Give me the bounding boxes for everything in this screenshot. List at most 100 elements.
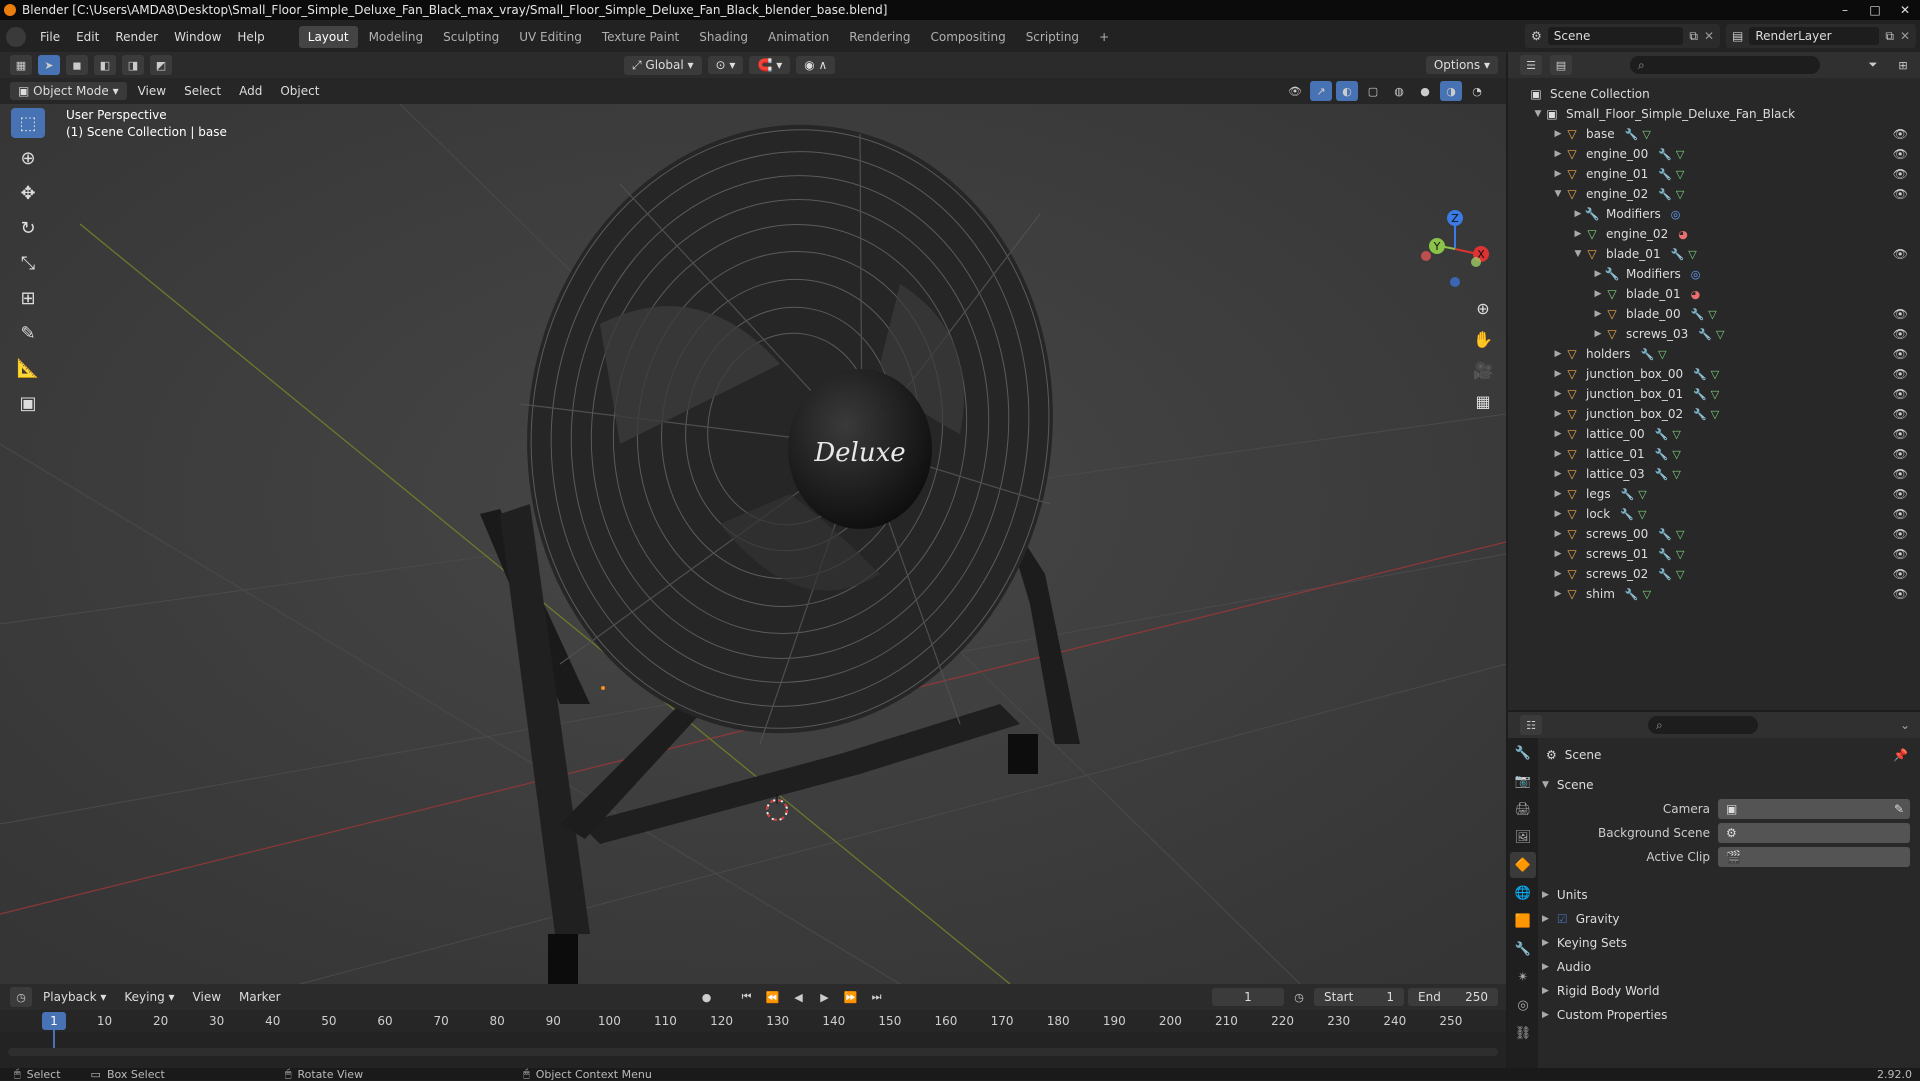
display-mode-icon[interactable]: ▤ bbox=[1550, 55, 1572, 75]
tab-sculpting[interactable]: Sculpting bbox=[434, 26, 508, 48]
gizmo-toggle-icon[interactable]: ↗ bbox=[1310, 81, 1332, 101]
expand-arrow-closed-icon[interactable]: ▶ bbox=[1552, 529, 1564, 539]
expand-arrow-closed-icon[interactable]: ▶ bbox=[1552, 369, 1564, 379]
tab-shading[interactable]: Shading bbox=[690, 26, 757, 48]
wrench-modifier-icon[interactable]: 🔧 bbox=[1691, 308, 1709, 321]
world-tab-icon[interactable]: 🌐 bbox=[1510, 880, 1536, 906]
expand-arrow-closed-icon[interactable]: ▶ bbox=[1592, 309, 1604, 319]
minimize-icon[interactable]: – bbox=[1830, 0, 1860, 20]
expand-arrow-closed-icon[interactable]: ▶ bbox=[1592, 269, 1604, 279]
wrench-modifier-icon[interactable]: 🔧 bbox=[1621, 488, 1639, 501]
outliner-item[interactable]: ▶ ▽ junction_box_01 🔧▽ 👁 bbox=[1508, 384, 1920, 404]
expand-arrow-closed-icon[interactable]: ▶ bbox=[1552, 449, 1564, 459]
visibility-eye-icon[interactable]: 👁 bbox=[1893, 567, 1908, 581]
select-box-tool-icon[interactable]: ⬚ bbox=[11, 108, 45, 138]
play-icon[interactable]: ▶ bbox=[814, 987, 836, 1007]
mesh-data-icon[interactable]: ▽ bbox=[1676, 568, 1688, 581]
visibility-eye-icon[interactable]: 👁 bbox=[1893, 327, 1908, 341]
scene-panel-header[interactable]: ▼ Scene bbox=[1542, 774, 1594, 796]
select-mode-subtract-icon[interactable]: ◨ bbox=[122, 55, 144, 75]
outliner-item[interactable]: ▶ ▽ base 🔧▽ 👁 bbox=[1508, 124, 1920, 144]
perspective-toggle-icon[interactable]: ▦ bbox=[1475, 392, 1490, 411]
select-mode-invert-icon[interactable]: ◩ bbox=[150, 55, 172, 75]
menu-timeline-view[interactable]: View bbox=[186, 988, 228, 1006]
outliner-scene-collection[interactable]: ▣ Scene Collection bbox=[1508, 84, 1920, 104]
end-frame-field[interactable]: End 250 bbox=[1408, 988, 1498, 1006]
wrench-modifier-icon[interactable]: 🔧 bbox=[1658, 548, 1676, 561]
eyedropper-icon[interactable]: ✎ bbox=[1894, 802, 1904, 816]
expand-arrow-closed-icon[interactable]: ▶ bbox=[1552, 489, 1564, 499]
outliner-item[interactable]: ▶ ▽ lock 🔧▽ 👁 bbox=[1508, 504, 1920, 524]
transform-orientation-dropdown[interactable]: ⤢ Global ▾ bbox=[624, 55, 702, 75]
expand-arrow-open-icon[interactable]: ▼ bbox=[1552, 189, 1564, 199]
physics-tab-icon[interactable]: ◎ bbox=[1510, 992, 1536, 1018]
outliner-item[interactable]: ▶ ▽ junction_box_00 🔧▽ 👁 bbox=[1508, 364, 1920, 384]
mesh-data-icon[interactable]: ▽ bbox=[1688, 248, 1700, 261]
new-scene-icon[interactable]: ⧉ bbox=[1689, 29, 1698, 44]
wireframe-shading-icon[interactable]: ◍ bbox=[1388, 81, 1410, 101]
visibility-eye-icon[interactable]: 👁 bbox=[1893, 307, 1908, 321]
properties-editor-type-icon[interactable]: ☷ bbox=[1520, 715, 1542, 735]
rotate-tool-icon[interactable]: ↻ bbox=[11, 213, 45, 243]
delete-scene-icon[interactable]: ✕ bbox=[1704, 29, 1720, 43]
outliner-search-input[interactable]: ⌕ bbox=[1630, 56, 1820, 74]
mesh-data-icon[interactable]: ▽ bbox=[1711, 408, 1723, 421]
mesh-data-icon[interactable]: ▽ bbox=[1676, 548, 1688, 561]
visibility-eye-icon[interactable]: 👁 bbox=[1893, 367, 1908, 381]
playhead-frame-label[interactable]: 1 bbox=[42, 1012, 66, 1030]
proportional-editing-toggle[interactable]: ◉ ∧ bbox=[796, 56, 836, 74]
options-dropdown[interactable]: Options ▾ bbox=[1425, 56, 1498, 74]
tool-tab-icon[interactable]: 🔧 bbox=[1510, 740, 1536, 766]
wrench-modifier-icon[interactable]: 🔧 bbox=[1693, 368, 1711, 381]
menu-file[interactable]: File bbox=[32, 30, 68, 44]
mesh-data-icon[interactable]: ▽ bbox=[1658, 348, 1670, 361]
jump-start-icon[interactable]: ⏮ bbox=[736, 987, 758, 1007]
expand-arrow-open-icon[interactable]: ▼ bbox=[1532, 109, 1544, 119]
properties-section[interactable]: ▶ Custom Properties bbox=[1542, 1004, 1667, 1026]
visibility-eye-icon[interactable]: 👁 bbox=[1893, 507, 1908, 521]
render-tab-icon[interactable]: 📷 bbox=[1510, 768, 1536, 794]
mesh-data-icon[interactable]: ▽ bbox=[1708, 308, 1720, 321]
visibility-eye-icon[interactable]: 👁 bbox=[1893, 547, 1908, 561]
start-frame-field[interactable]: Start 1 bbox=[1314, 988, 1404, 1006]
mesh-data-icon[interactable]: ▽ bbox=[1676, 528, 1688, 541]
maximize-icon[interactable]: □ bbox=[1860, 0, 1890, 20]
tab-modeling[interactable]: Modeling bbox=[360, 26, 433, 48]
wrench-modifier-icon[interactable]: 🔧 bbox=[1640, 348, 1658, 361]
new-collection-icon[interactable]: ⊞ bbox=[1892, 55, 1914, 75]
move-tool-icon[interactable]: ✥ bbox=[11, 178, 45, 208]
background-scene-field[interactable]: ⚙ bbox=[1718, 823, 1910, 843]
tab-rendering[interactable]: Rendering bbox=[840, 26, 919, 48]
properties-section[interactable]: ▶ Keying Sets bbox=[1542, 932, 1627, 954]
mesh-data-icon[interactable]: ▽ bbox=[1672, 428, 1684, 441]
3d-viewport[interactable]: Deluxe Z X Y ⊕ ✋ 🎥 ▦ bbox=[0, 104, 1506, 984]
menu-object[interactable]: Object bbox=[273, 82, 326, 100]
mesh-data-icon[interactable]: ▽ bbox=[1672, 448, 1684, 461]
wrench-modifier-icon[interactable]: 🔧 bbox=[1658, 148, 1676, 161]
scene-name-field[interactable]: Scene bbox=[1547, 27, 1684, 45]
timeline-editor-type-icon[interactable]: ◷ bbox=[10, 987, 32, 1007]
new-layer-icon[interactable]: ⧉ bbox=[1885, 29, 1894, 44]
menu-keying[interactable]: Keying ▾ bbox=[117, 988, 181, 1006]
visibility-eye-icon[interactable]: 👁 bbox=[1893, 187, 1908, 201]
outliner-item[interactable]: ▼ ▽ blade_01 🔧▽ 👁 bbox=[1508, 244, 1920, 264]
visibility-eye-icon[interactable]: 👁 bbox=[1893, 587, 1908, 601]
timeline-scrollbar[interactable] bbox=[8, 1048, 1498, 1056]
expand-arrow-closed-icon[interactable]: ▶ bbox=[1552, 509, 1564, 519]
blender-menu-icon[interactable] bbox=[6, 27, 26, 47]
outliner-item[interactable]: ▶ ▽ screws_00 🔧▽ 👁 bbox=[1508, 524, 1920, 544]
wrench-modifier-icon[interactable]: 🔧 bbox=[1658, 188, 1676, 201]
close-icon[interactable]: ✕ bbox=[1890, 0, 1920, 20]
select-mode-new-icon[interactable]: ◼ bbox=[66, 55, 88, 75]
camera-view-icon[interactable]: 🎥 bbox=[1473, 361, 1493, 380]
visibility-eye-icon[interactable]: 👁 bbox=[1893, 127, 1908, 141]
editor-type-icon[interactable]: ▦ bbox=[10, 55, 32, 75]
mesh-data-icon[interactable]: ▽ bbox=[1716, 328, 1728, 341]
object-mode-dropdown[interactable]: ▣ Object Mode ▾ bbox=[10, 82, 127, 100]
outliner-item[interactable]: ▶ ▽ legs 🔧▽ 👁 bbox=[1508, 484, 1920, 504]
mesh-data-icon[interactable]: ▽ bbox=[1643, 588, 1655, 601]
wrench-modifier-icon[interactable]: 🔧 bbox=[1658, 568, 1676, 581]
properties-section[interactable]: ▶ ☑ Gravity bbox=[1542, 908, 1620, 930]
properties-section[interactable]: ▶ Audio bbox=[1542, 956, 1591, 978]
expand-arrow-closed-icon[interactable]: ▶ bbox=[1552, 469, 1564, 479]
